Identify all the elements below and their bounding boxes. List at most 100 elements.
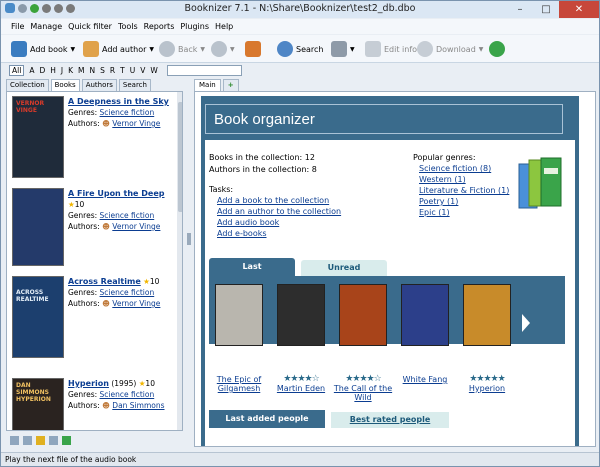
tab-authors[interactable]: Authors: [81, 79, 117, 91]
letter-v[interactable]: V: [140, 66, 145, 75]
book-title[interactable]: Hyperion: [68, 379, 109, 388]
star-filter-icon[interactable]: [36, 435, 45, 445]
print-button[interactable]: ▼: [331, 39, 355, 59]
letter-t[interactable]: T: [120, 66, 125, 75]
book-title[interactable]: A Fire Upon the Deep: [68, 188, 165, 199]
add-author-button[interactable]: Add author ▼: [83, 39, 154, 59]
task-add-audio-link[interactable]: Add audio book: [217, 217, 341, 228]
recent-cover[interactable]: [401, 284, 449, 346]
recent-title-link[interactable]: White Fang: [394, 375, 456, 384]
next-arrow-icon[interactable]: [522, 314, 530, 332]
tab-unread[interactable]: Unread: [301, 260, 387, 276]
letter-u[interactable]: U: [130, 66, 136, 75]
genre-link[interactable]: Epic (1): [419, 207, 509, 218]
letter-m[interactable]: M: [78, 66, 84, 75]
edit-info-button[interactable]: Edit info: [365, 39, 417, 59]
quick-filter-input[interactable]: [166, 64, 242, 76]
book-info: A Fire Upon the Deep ★10 Genres: Science…: [68, 188, 165, 232]
home-button[interactable]: [245, 39, 261, 59]
chevron-down-icon[interactable]: ▼: [230, 46, 235, 53]
tab-main[interactable]: Main: [194, 79, 221, 91]
maximize-button[interactable]: □: [533, 1, 559, 18]
toolbar: Add book ▼ Add author ▼ Back ▼ ▼ Search …: [1, 35, 599, 63]
letter-w[interactable]: W: [150, 66, 157, 75]
recent-cover[interactable]: [463, 284, 511, 346]
menu-help[interactable]: Help: [215, 22, 233, 31]
person-icon: ☻: [102, 222, 110, 231]
letter-d[interactable]: D: [39, 66, 45, 75]
menu-file[interactable]: File: [11, 22, 24, 31]
recent-title-link[interactable]: Hyperion: [456, 384, 518, 393]
recent-cover[interactable]: [215, 284, 263, 346]
back-button[interactable]: Back ▼: [159, 39, 205, 59]
recent-cover[interactable]: [339, 284, 387, 346]
genre-link[interactable]: Western (1): [419, 174, 509, 185]
chevron-down-icon[interactable]: ▼: [350, 46, 355, 53]
letter-all[interactable]: All: [9, 64, 25, 76]
task-add-book-link[interactable]: Add a book to the collection: [217, 195, 341, 206]
menu-reports[interactable]: Reports: [144, 22, 175, 31]
letter-j[interactable]: J: [61, 66, 63, 75]
recent-cover[interactable]: [277, 284, 325, 346]
add-book-icon: [11, 41, 27, 57]
menu-tools[interactable]: Tools: [118, 22, 138, 31]
tab-search[interactable]: Search: [118, 79, 151, 91]
author-link[interactable]: Vernor Vinge: [112, 119, 160, 128]
author-link[interactable]: Vernor Vinge: [112, 299, 160, 308]
task-add-author-link[interactable]: Add an author to the collection: [217, 206, 341, 217]
letter-s[interactable]: S: [100, 66, 105, 75]
menu-manage[interactable]: Manage: [30, 22, 62, 31]
letter-r[interactable]: R: [110, 66, 115, 75]
panel-splitter[interactable]: [187, 233, 191, 245]
genre-link[interactable]: Science fiction: [100, 108, 155, 117]
genre-link[interactable]: Literature & Fiction (1): [419, 185, 509, 196]
recent-title-link[interactable]: Martin Eden: [270, 384, 332, 393]
author-link[interactable]: Vernor Vinge: [112, 222, 160, 231]
add-book-button[interactable]: Add book ▼: [11, 39, 75, 59]
scrollbar-thumb[interactable]: [178, 102, 182, 212]
book-title[interactable]: A Deepness in the Sky: [68, 96, 169, 107]
printer-icon: [331, 41, 347, 57]
filter-icon[interactable]: [49, 435, 58, 445]
tab-best-rated-people[interactable]: Best rated people: [331, 412, 449, 428]
minimize-button[interactable]: –: [507, 1, 533, 18]
forward-button[interactable]: ▼: [211, 39, 235, 59]
letter-h[interactable]: H: [50, 66, 56, 75]
task-add-ebooks-link[interactable]: Add e-books: [217, 228, 341, 239]
vertical-scrollbar[interactable]: [177, 92, 182, 430]
letter-k[interactable]: K: [68, 66, 73, 75]
refresh-list-icon[interactable]: [62, 435, 71, 445]
refresh-button[interactable]: [489, 39, 505, 59]
view-grid-icon[interactable]: [23, 435, 32, 445]
genre-link[interactable]: Poetry (1): [419, 196, 509, 207]
genre-link[interactable]: Science fiction (8): [419, 163, 509, 174]
tab-books[interactable]: Books: [50, 79, 80, 91]
tab-last-added-people[interactable]: Last added people: [209, 410, 325, 428]
genre-link[interactable]: Science fiction: [100, 288, 155, 297]
chevron-down-icon[interactable]: ▼: [479, 46, 484, 53]
download-button[interactable]: Download ▼: [417, 39, 483, 59]
book-title[interactable]: Across Realtime: [68, 277, 141, 286]
edit-info-label: Edit info: [384, 44, 418, 54]
cover-text: DAN SIMMONS HYPERION: [16, 382, 51, 403]
recent-title-link[interactable]: The Epic of Gilgamesh: [208, 375, 270, 393]
genre-link[interactable]: Science fiction: [100, 390, 155, 399]
chevron-down-icon[interactable]: ▼: [200, 46, 205, 53]
view-list-icon[interactable]: [10, 435, 19, 445]
chevron-down-icon[interactable]: ▼: [149, 46, 154, 53]
menu-plugins[interactable]: Plugins: [180, 22, 209, 31]
add-author-icon: [83, 41, 99, 57]
letter-n[interactable]: N: [90, 66, 96, 75]
search-button[interactable]: Search: [277, 39, 323, 59]
genre-link[interactable]: Science fiction: [100, 211, 155, 220]
recent-title-link[interactable]: The Call of the Wild: [332, 384, 394, 402]
tab-last[interactable]: Last: [209, 258, 295, 276]
author-link[interactable]: Dan Simmons: [112, 401, 164, 410]
chevron-down-icon[interactable]: ▼: [71, 46, 76, 53]
menu-quick-filter[interactable]: Quick filter: [68, 22, 112, 31]
letter-a[interactable]: A: [29, 66, 34, 75]
close-button[interactable]: ✕: [559, 1, 599, 18]
rating-stars: ★★★★☆: [283, 374, 319, 384]
add-tab-button[interactable]: +: [222, 79, 239, 91]
tab-collection[interactable]: Collection: [6, 79, 49, 91]
